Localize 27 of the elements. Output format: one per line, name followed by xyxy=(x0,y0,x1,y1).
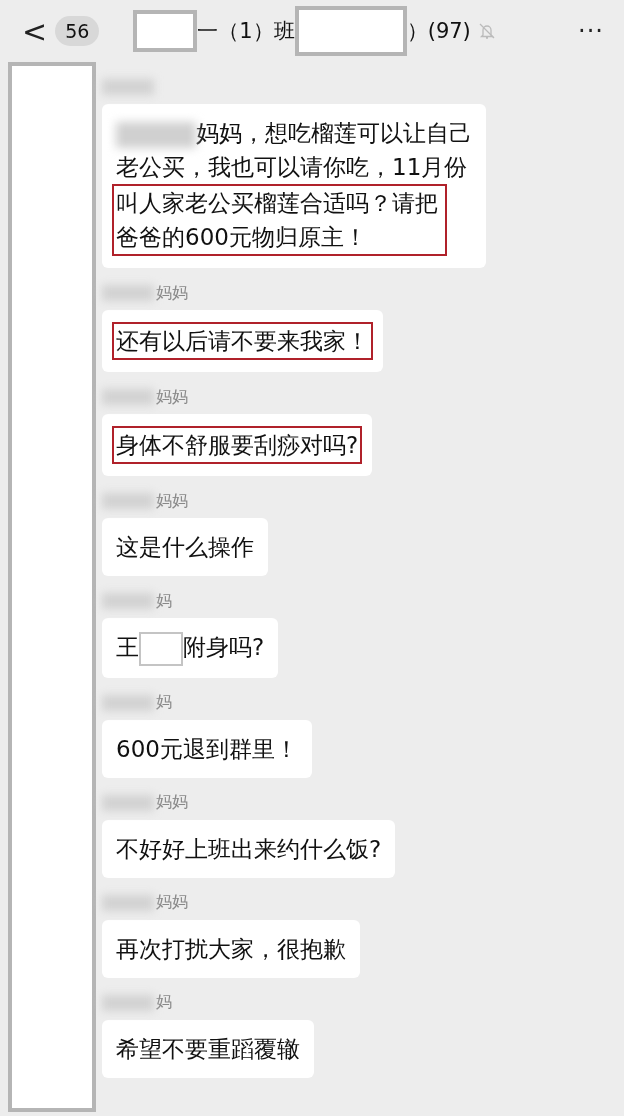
message-text: 身体不舒服要刮痧对吗? xyxy=(112,426,363,464)
sender-name: 妈 xyxy=(156,590,172,612)
sender-name: 妈妈 xyxy=(156,792,188,813)
unread-count: 56 xyxy=(55,16,100,46)
message-text: 再次打扰大家，很抱歉 xyxy=(116,935,346,962)
message-text: 妈妈，想吃榴莲可以让自己 xyxy=(196,120,472,146)
chat-title: ）(97) xyxy=(406,18,471,45)
sender-name: 妈妈 xyxy=(156,282,188,304)
sender-name: 妈妈 xyxy=(156,490,188,512)
sender-name: 妈 xyxy=(156,992,172,1013)
message-text: 希望不要重蹈覆辙 xyxy=(116,1035,300,1062)
message-text: 王 xyxy=(116,634,139,660)
sender-name: 妈 xyxy=(156,692,172,713)
redaction-box xyxy=(133,10,198,52)
chat-title: 一（1）班 xyxy=(197,18,295,45)
message-text: 这是什么操作 xyxy=(116,534,254,560)
sender-name: 妈妈 xyxy=(156,892,188,913)
message-text: 叫人家老公买榴莲合适吗？请把爸爸的600元物归原主！ xyxy=(112,184,447,256)
back-button[interactable]: < xyxy=(22,13,48,49)
message-text: 不好好上班出来约什么饭? xyxy=(116,835,382,862)
more-button[interactable]: ··· xyxy=(578,17,604,45)
message-text: 附身吗? xyxy=(183,634,265,660)
redaction-box xyxy=(139,631,183,666)
message-text: 老公买，我也可以请你吃，11月份 xyxy=(116,153,468,182)
message-text: 600元退到群里！ xyxy=(116,735,298,762)
sender-name: 妈妈 xyxy=(156,386,188,408)
message-text: 还有以后请不要来我家！ xyxy=(112,322,373,360)
